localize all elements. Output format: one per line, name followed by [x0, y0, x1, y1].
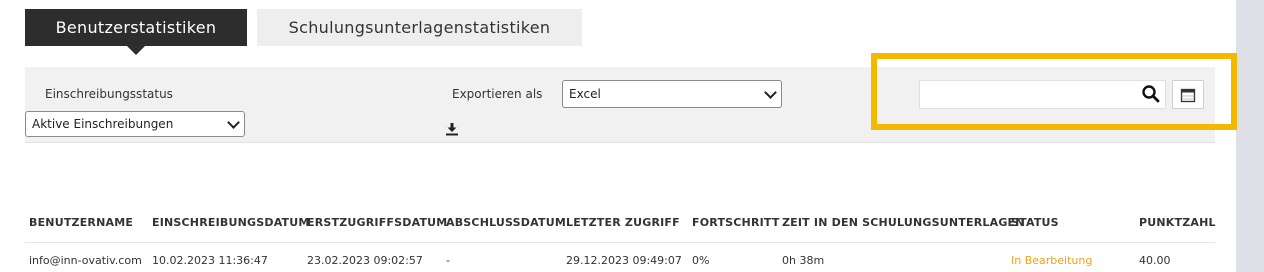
column-header-enrollment-date[interactable]: EINSCHREIBUNGSDATUM	[152, 216, 310, 229]
enrollment-status-select[interactable]: Aktive Einschreibungen	[25, 111, 245, 137]
export-format-select[interactable]: Excel	[562, 80, 782, 108]
table-cell-first-access-date: 23.02.2023 09:02:57	[307, 254, 423, 267]
column-header-time-in-material[interactable]: ZEIT IN DEN SCHULUNGSUNTERLAGEN	[782, 216, 1025, 229]
table-cell-time-in-material: 0h 38m	[782, 254, 825, 267]
table-cell-username: info@inn-ovativ.com	[29, 254, 142, 267]
column-header-progress[interactable]: FORTSCHRITT	[692, 216, 780, 229]
chevron-down-icon	[227, 115, 240, 129]
tab-training-material-statistics[interactable]: Schulungsunterlagenstatistiken	[257, 9, 582, 46]
table-cell-status: In Bearbeitung	[1011, 254, 1093, 267]
right-gutter	[1236, 0, 1264, 272]
enrollment-status-value: Aktive Einschreibungen	[32, 117, 174, 131]
column-header-username[interactable]: BENUTZERNAME	[29, 216, 133, 229]
column-header-completion-date[interactable]: ABSCHLUSSDATUM	[446, 216, 566, 229]
column-header-first-access-date[interactable]: ERSTZUGRIFFSDATUM	[307, 216, 447, 229]
download-icon[interactable]	[445, 122, 459, 136]
table-cell-completion-date: -	[446, 254, 450, 267]
table-cell-enrollment-date: 10.02.2023 11:36:47	[152, 254, 268, 267]
column-header-score[interactable]: PUNKTZAHL	[1139, 216, 1216, 229]
column-header-last-access[interactable]: LETZTER ZUGRIFF	[566, 216, 680, 229]
calendar-icon	[1180, 88, 1196, 102]
chevron-down-icon	[764, 85, 777, 99]
table-cell-last-access: 29.12.2023 09:49:07	[566, 254, 682, 267]
table-cell-progress: 0%	[692, 254, 710, 267]
export-label: Exportieren als	[452, 87, 543, 101]
export-format-value: Excel	[569, 87, 601, 101]
table-cell-score: 40.00	[1139, 254, 1171, 267]
search-input[interactable]	[919, 80, 1166, 109]
column-header-status[interactable]: STATUS	[1011, 216, 1059, 229]
enrollment-status-label: Einschreibungsstatus	[45, 87, 173, 101]
table-header-divider	[25, 242, 1215, 243]
search-icon[interactable]	[1141, 84, 1161, 104]
calendar-button[interactable]	[1172, 80, 1204, 109]
tab-user-statistics[interactable]: Benutzerstatistiken	[25, 9, 247, 55]
